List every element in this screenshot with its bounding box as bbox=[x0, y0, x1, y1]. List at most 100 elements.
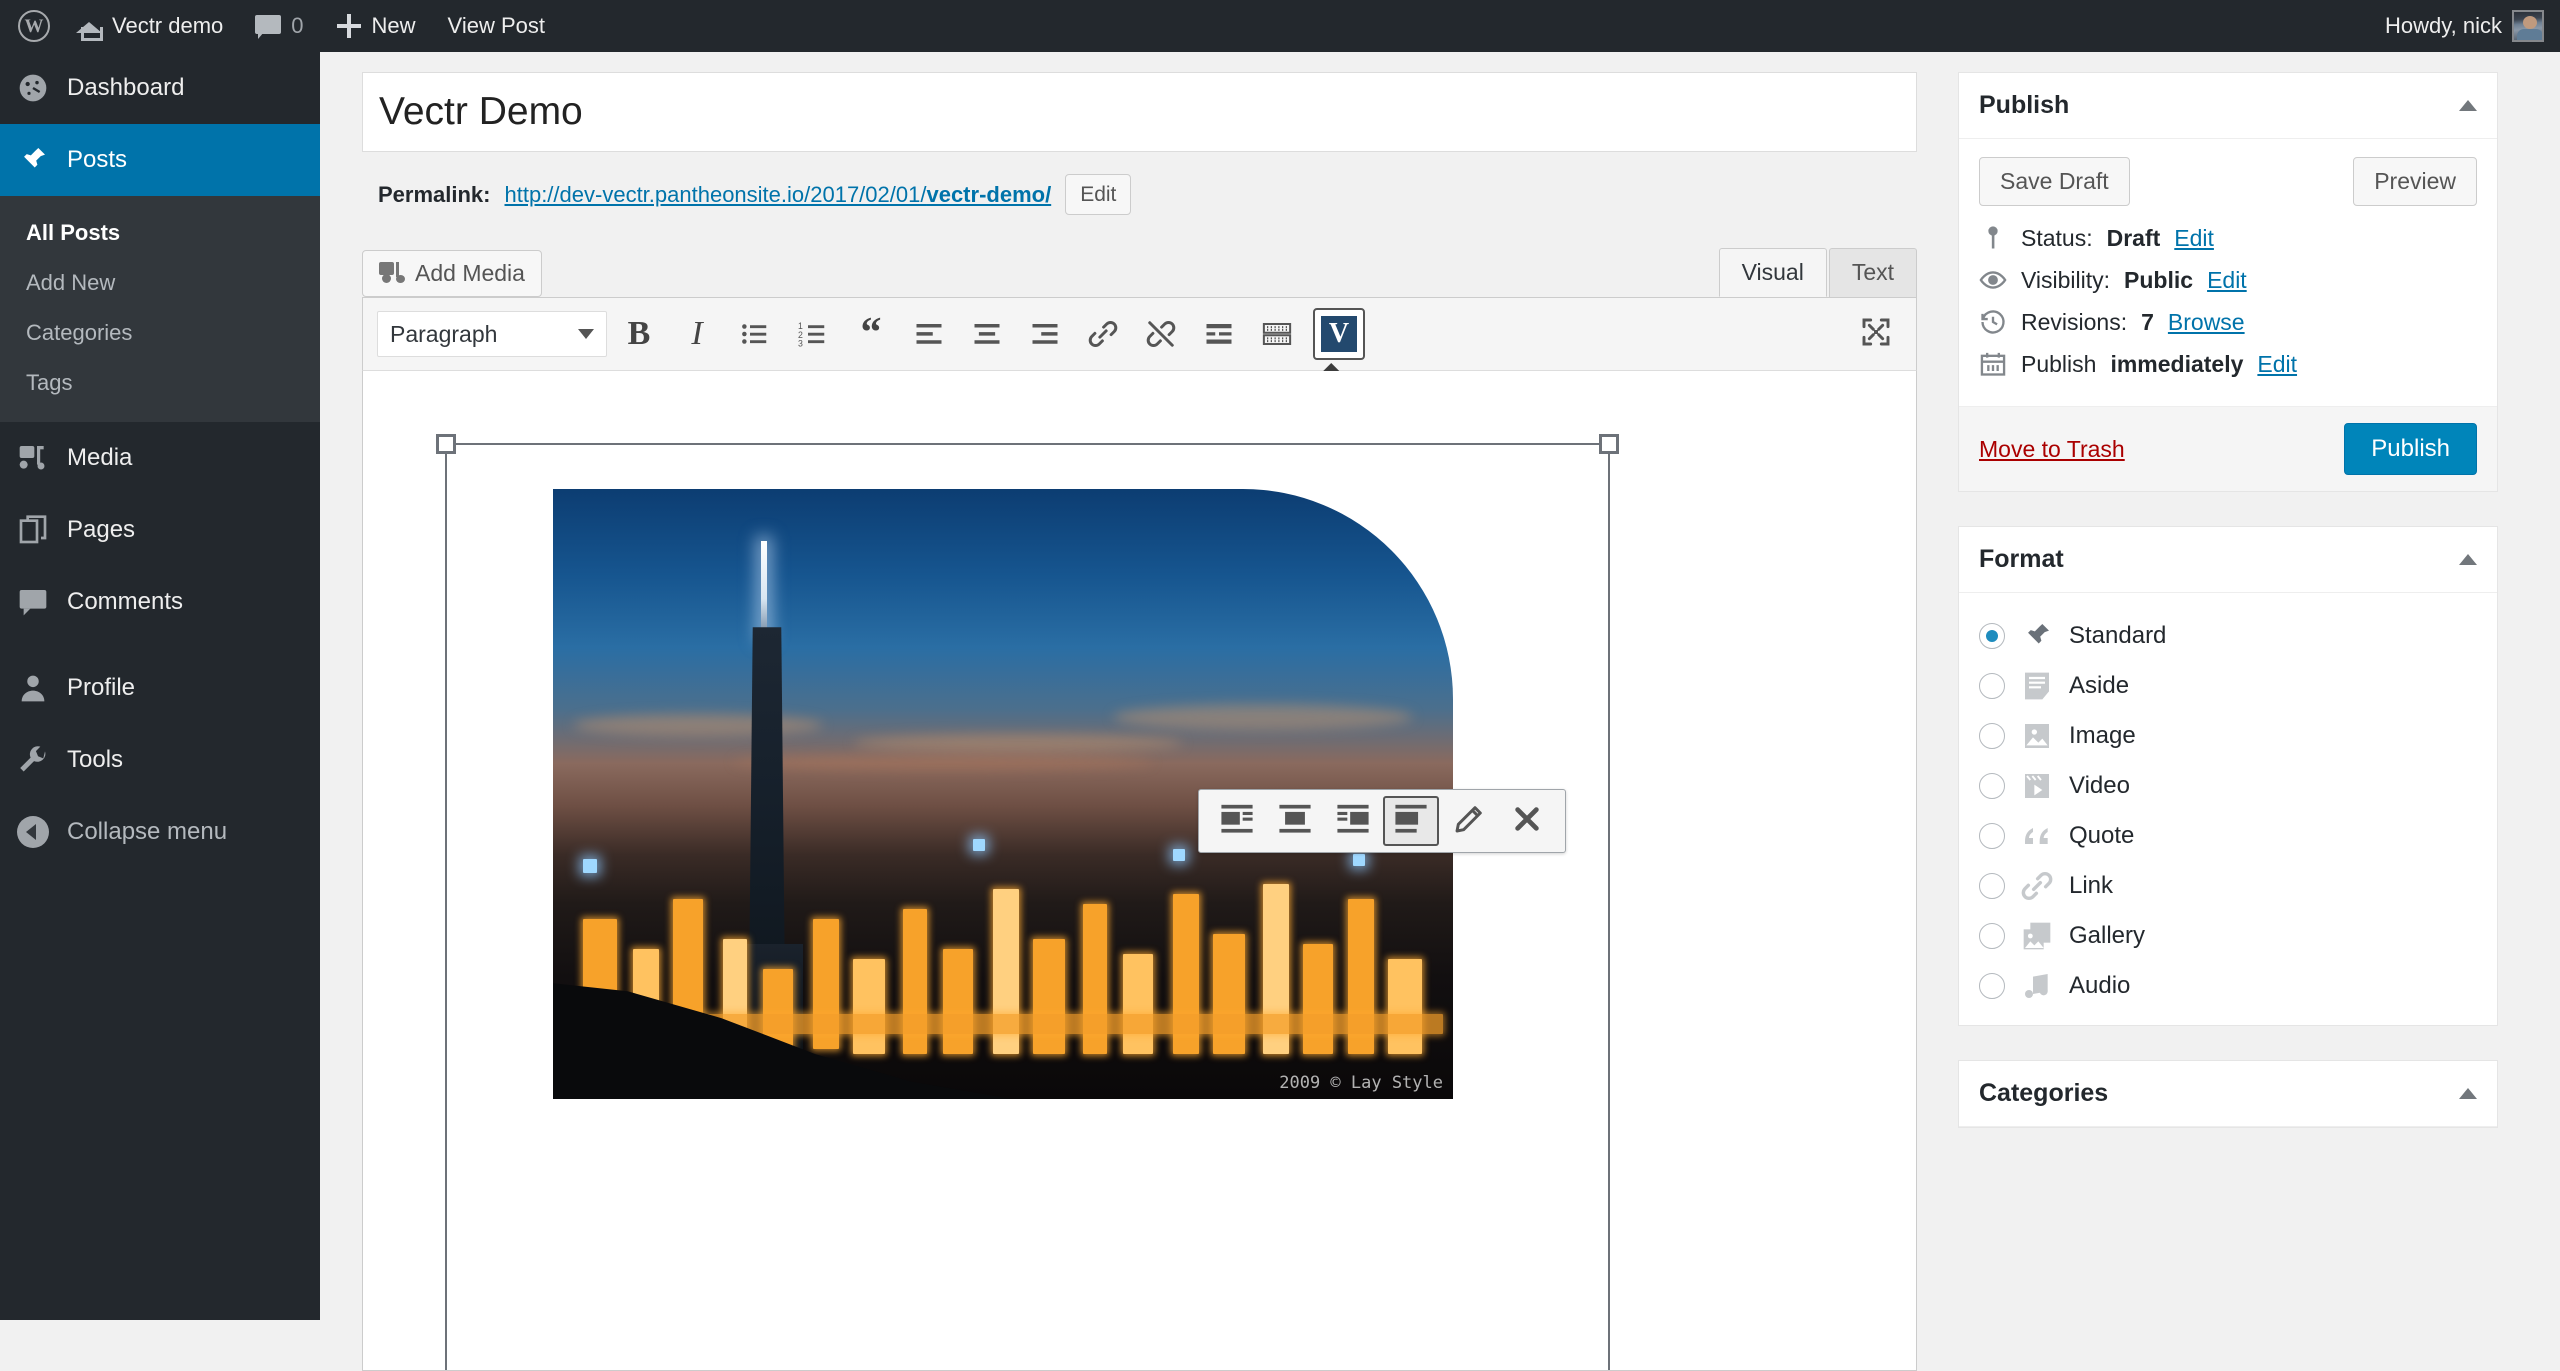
insert-link-button[interactable] bbox=[1077, 308, 1129, 360]
chevron-up-icon[interactable] bbox=[2459, 1088, 2477, 1099]
radio-audio[interactable] bbox=[1979, 973, 2005, 999]
radio-video[interactable] bbox=[1979, 773, 2005, 799]
edit-image-button[interactable] bbox=[1441, 796, 1497, 846]
publish-button[interactable]: Publish bbox=[2344, 423, 2477, 475]
remove-image-button[interactable] bbox=[1499, 796, 1555, 846]
resize-handle-top-right[interactable] bbox=[1599, 434, 1619, 455]
vectr-button[interactable]: V Vectr bbox=[1302, 308, 1383, 413]
comments-bubble[interactable]: 0 bbox=[239, 0, 319, 52]
quote-icon bbox=[2021, 820, 2053, 852]
publish-panel: Publish Save Draft Preview Status: Draft… bbox=[1958, 72, 2498, 492]
align-center-button[interactable] bbox=[961, 308, 1013, 360]
move-to-trash-link[interactable]: Move to Trash bbox=[1979, 436, 2125, 463]
radio-standard[interactable] bbox=[1979, 623, 2005, 649]
sidebar-item-dashboard[interactable]: Dashboard bbox=[0, 52, 320, 124]
tab-text[interactable]: Text bbox=[1828, 248, 1917, 298]
tab-visual[interactable]: Visual bbox=[1718, 248, 1827, 298]
keyboard-shortcuts-button[interactable] bbox=[1251, 308, 1303, 360]
preview-button[interactable]: Preview bbox=[2353, 157, 2477, 206]
format-option-aside[interactable]: Aside bbox=[1979, 661, 2477, 711]
revisions-count: 7 bbox=[2141, 308, 2154, 335]
format-option-gallery[interactable]: Gallery bbox=[1979, 911, 2477, 961]
radio-aside[interactable] bbox=[1979, 673, 2005, 699]
chevron-up-icon[interactable] bbox=[2459, 100, 2477, 111]
sidebar-item-pages[interactable]: Pages bbox=[0, 494, 320, 566]
radio-gallery[interactable] bbox=[1979, 923, 2005, 949]
editor-canvas[interactable]: 2009 © Lay Style SoftwareSuggest.com bbox=[362, 371, 1917, 1371]
permalink-edit-button[interactable]: Edit bbox=[1065, 174, 1132, 216]
sidebar-item-profile[interactable]: Profile bbox=[0, 652, 320, 724]
sidebar-item-media[interactable]: Media bbox=[0, 422, 320, 494]
italic-button[interactable]: I bbox=[671, 308, 723, 360]
align-left-image-button[interactable] bbox=[1209, 796, 1265, 846]
sidebar-item-all-posts[interactable]: All Posts bbox=[0, 208, 320, 258]
sidebar-item-categories[interactable]: Categories bbox=[0, 308, 320, 358]
format-option-image[interactable]: Image bbox=[1979, 711, 2477, 761]
fullscreen-button[interactable] bbox=[1850, 308, 1902, 360]
new-label: New bbox=[371, 13, 416, 38]
home-icon bbox=[76, 14, 103, 41]
resize-handle-top-left[interactable] bbox=[436, 434, 456, 455]
add-media-button[interactable]: Add Media bbox=[362, 250, 542, 298]
format-panel-header[interactable]: Format bbox=[1959, 527, 2497, 593]
visibility-edit-link[interactable]: Edit bbox=[2207, 267, 2247, 294]
collapse-menu-button[interactable]: Collapse menu bbox=[0, 796, 320, 868]
format-option-quote[interactable]: Quote bbox=[1979, 811, 2477, 861]
revisions-browse-link[interactable]: Browse bbox=[2168, 309, 2245, 336]
media-icon bbox=[379, 261, 405, 287]
no-alignment-image-button[interactable] bbox=[1383, 796, 1439, 847]
format-option-link[interactable]: Link bbox=[1979, 861, 2477, 911]
bold-icon: B bbox=[627, 315, 651, 353]
keyboard-shortcuts-icon bbox=[1262, 319, 1292, 349]
bold-button[interactable]: B bbox=[613, 308, 665, 360]
radio-image[interactable] bbox=[1979, 723, 2005, 749]
format-option-video[interactable]: Video bbox=[1979, 761, 2477, 811]
align-center-image-button[interactable] bbox=[1267, 796, 1323, 846]
radio-quote[interactable] bbox=[1979, 823, 2005, 849]
wordpress-logo-button[interactable]: W bbox=[0, 0, 60, 52]
sidebar-item-comments[interactable]: Comments bbox=[0, 566, 320, 638]
publish-date-edit-link[interactable]: Edit bbox=[2257, 351, 2297, 378]
editor-toolbar: Paragraph B I 123 “ V bbox=[362, 297, 1917, 413]
align-right-image-button[interactable] bbox=[1325, 796, 1381, 846]
format-panel-body: Standard Aside Image Video Quote Link Ga… bbox=[1959, 593, 2497, 1025]
view-post-link[interactable]: View Post bbox=[432, 0, 561, 52]
sidebar-item-tags[interactable]: Tags bbox=[0, 358, 320, 408]
categories-panel-title: Categories bbox=[1979, 1079, 2109, 1107]
radio-link[interactable] bbox=[1979, 873, 2005, 899]
link-icon bbox=[1088, 319, 1118, 349]
permalink-url[interactable]: http://dev-vectr.pantheonsite.io/2017/02… bbox=[505, 182, 1052, 208]
collapse-arrow-icon bbox=[17, 816, 49, 849]
numbered-list-button[interactable]: 123 bbox=[787, 308, 839, 360]
status-edit-link[interactable]: Edit bbox=[2174, 225, 2214, 252]
blockquote-button[interactable]: “ bbox=[845, 308, 897, 360]
post-title-field[interactable]: Vectr Demo bbox=[362, 72, 1917, 152]
clock-icon bbox=[1979, 308, 2007, 336]
publish-panel-header[interactable]: Publish bbox=[1959, 73, 2497, 139]
edit-pencil-icon bbox=[1453, 803, 1485, 840]
chevron-up-icon[interactable] bbox=[2459, 554, 2477, 565]
sidebar-item-posts[interactable]: Posts bbox=[0, 124, 332, 196]
categories-panel-header[interactable]: Categories bbox=[1959, 1061, 2497, 1127]
main-area: Vectr Demo Permalink: http://dev-vectr.p… bbox=[320, 52, 2560, 1371]
account-menu[interactable]: Howdy, nick bbox=[2369, 0, 2560, 52]
audio-icon bbox=[2021, 970, 2053, 1002]
save-draft-button[interactable]: Save Draft bbox=[1979, 157, 2130, 206]
blockquote-icon: “ bbox=[860, 310, 882, 357]
unlink-button[interactable] bbox=[1135, 308, 1187, 360]
align-right-button[interactable] bbox=[1019, 308, 1071, 360]
calendar-icon bbox=[1979, 350, 2007, 378]
sidebar-item-tools[interactable]: Tools bbox=[0, 724, 320, 796]
format-label: Audio bbox=[2069, 972, 2131, 999]
format-option-audio[interactable]: Audio bbox=[1979, 961, 2477, 1011]
sidebar-item-add-new[interactable]: Add New bbox=[0, 258, 320, 308]
align-center-image-icon bbox=[1278, 803, 1312, 840]
insert-read-more-button[interactable] bbox=[1193, 308, 1245, 360]
bulleted-list-button[interactable] bbox=[729, 308, 781, 360]
new-content-menu[interactable]: New bbox=[320, 0, 432, 52]
sidebar-item-label: Media bbox=[67, 444, 133, 472]
paragraph-format-select[interactable]: Paragraph bbox=[377, 311, 607, 358]
align-left-button[interactable] bbox=[903, 308, 955, 360]
format-option-standard[interactable]: Standard bbox=[1979, 611, 2477, 661]
site-name-menu[interactable]: Vectr demo bbox=[60, 0, 239, 52]
